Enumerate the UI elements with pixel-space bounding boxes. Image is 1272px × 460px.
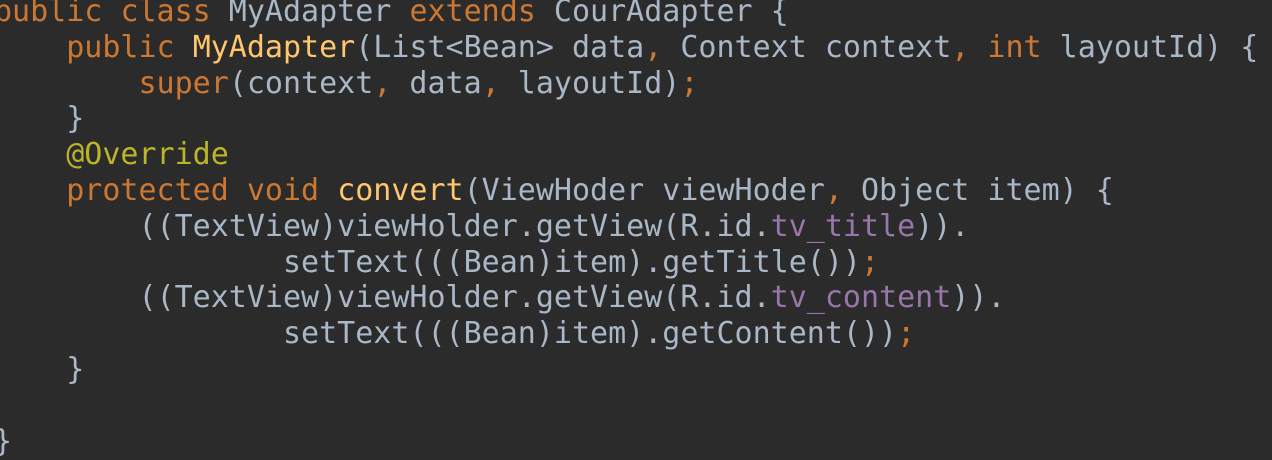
code-token: )). — [951, 280, 1006, 316]
code-token: )). — [915, 208, 970, 244]
code-line[interactable]: super(context, data, layoutId); — [0, 66, 1258, 102]
code-editor[interactable]: public class MyAdapter extends CourAdapt… — [0, 0, 1272, 460]
code-token: , — [373, 65, 392, 101]
code-line[interactable]: setText(((Bean)item).getContent()); — [0, 316, 1258, 352]
code-line[interactable]: public MyAdapter(List<Bean> data, Contex… — [0, 30, 1258, 66]
code-token: (ViewHoder viewHoder — [463, 172, 825, 208]
code-token: layoutId) — [499, 65, 681, 101]
code-token: ; — [680, 65, 699, 101]
code-line[interactable]: protected void convert(ViewHoder viewHod… — [0, 173, 1258, 209]
code-token: MyAdapter — [210, 0, 410, 29]
code-token: setText(((Bean)item).getTitle()) — [0, 244, 861, 280]
code-token: } — [0, 351, 85, 387]
code-token: ; — [860, 244, 880, 280]
code-token: } — [0, 101, 85, 137]
code-line[interactable]: } — [0, 101, 1258, 137]
code-token: void — [246, 172, 320, 208]
code-line[interactable]: @Override — [0, 137, 1258, 173]
code-token: data — [391, 65, 482, 101]
code-token: public — [0, 0, 103, 29]
code-token: Object item) { — [842, 172, 1114, 208]
code-token: @Override — [66, 137, 229, 173]
code-token: Context context — [662, 29, 952, 65]
code-token: public — [66, 29, 175, 65]
code-token: convert — [337, 172, 464, 208]
code-line[interactable]: ((TextView)viewHolder.getView(R.id.tv_ti… — [0, 209, 1258, 245]
code-line[interactable]: } — [0, 424, 1258, 460]
code-token: MyAdapter — [192, 29, 356, 65]
code-token: int — [987, 29, 1042, 65]
code-token: CourAdapter { — [535, 0, 789, 29]
code-token: , — [644, 29, 663, 65]
code-area[interactable]: public class MyAdapter extends CourAdapt… — [0, 0, 1258, 459]
code-line[interactable]: public class MyAdapter extends CourAdapt… — [0, 0, 1258, 30]
code-line[interactable]: setText(((Bean)item).getTitle()); — [0, 245, 1258, 281]
code-line[interactable]: } — [0, 352, 1258, 388]
code-token: , — [824, 172, 843, 208]
code-token: tv_title — [770, 208, 916, 244]
code-token: extends — [409, 0, 536, 29]
code-line[interactable]: ((TextView)viewHolder.getView(R.id.tv_co… — [0, 280, 1258, 316]
code-token: setText(((Bean)item).getContent()) — [0, 316, 898, 352]
code-token: tv_content — [770, 280, 952, 316]
code-line[interactable] — [0, 388, 1258, 424]
code-token: } — [0, 424, 12, 459]
code-token: (List<Bean> data — [355, 29, 645, 65]
code-token: ; — [897, 316, 916, 352]
code-token: ((TextView)viewHolder.getView(R.id. — [0, 280, 771, 316]
code-token: , — [481, 65, 500, 101]
code-token: protected — [66, 172, 229, 208]
code-token: class — [120, 0, 211, 29]
code-token: layoutId) { — [1041, 29, 1259, 65]
code-token: , — [951, 29, 970, 65]
code-token: ((TextView)viewHolder.getView(R.id. — [0, 208, 771, 244]
code-token: super — [138, 65, 229, 101]
code-token: (context — [228, 65, 374, 101]
